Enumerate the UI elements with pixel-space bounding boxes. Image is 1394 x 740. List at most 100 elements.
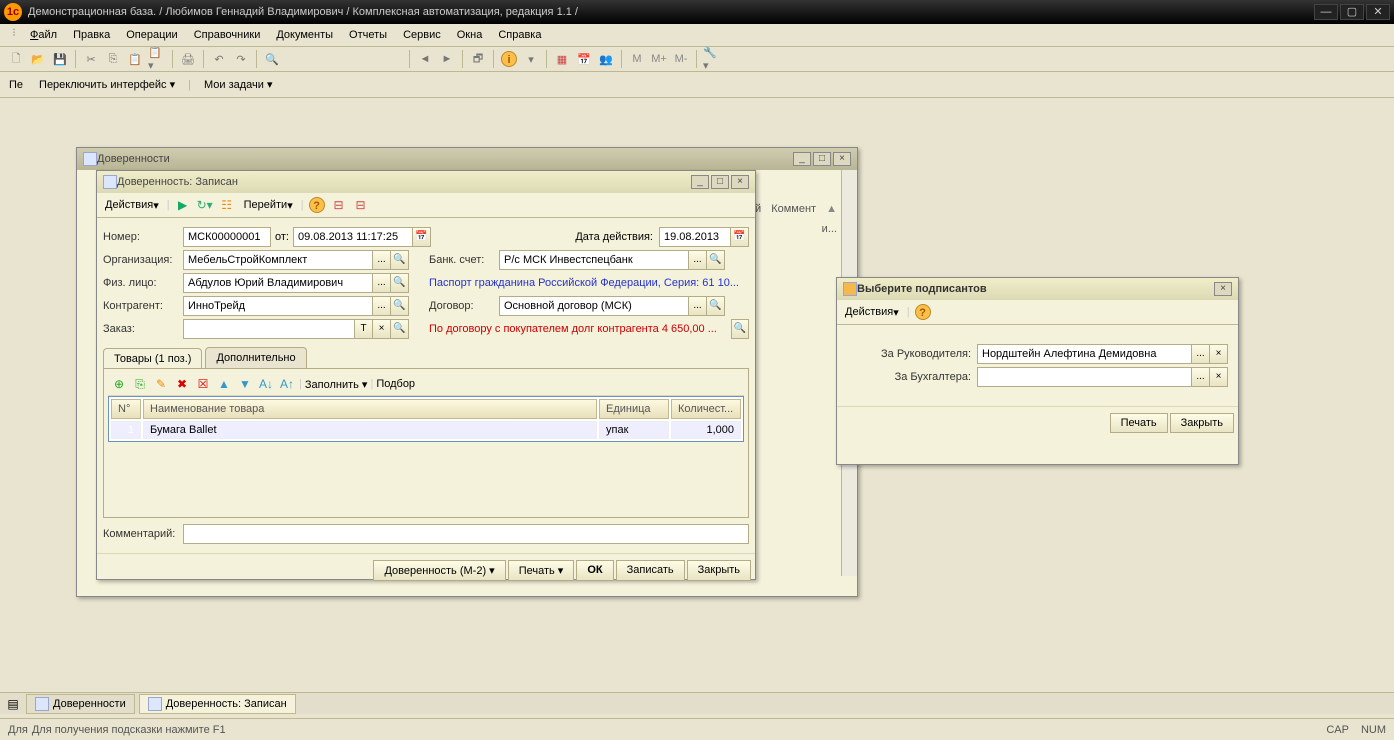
select-icon[interactable]: ... <box>1192 367 1210 387</box>
calendar-icon[interactable]: 📅 <box>413 227 431 247</box>
ok-button[interactable]: ОК <box>576 560 613 581</box>
open-icon[interactable]: 🔍 <box>707 250 725 270</box>
open-debt-icon[interactable]: 🔍 <box>731 319 749 339</box>
menu-operations[interactable]: Операции <box>118 26 185 44</box>
undo-icon[interactable]: ↶ <box>209 49 229 69</box>
clear-icon[interactable]: × <box>1210 367 1228 387</box>
arrow-right-icon[interactable]: ► <box>437 49 457 69</box>
save-button[interactable]: Записать <box>616 560 685 581</box>
select-icon[interactable]: ... <box>689 250 707 270</box>
type-icon[interactable]: T <box>355 319 373 339</box>
bank-input[interactable] <box>499 250 689 270</box>
new-icon[interactable]: 🗋 <box>6 49 26 69</box>
calendar-icon[interactable]: 📅 <box>731 227 749 247</box>
redo-icon[interactable]: ↷ <box>231 49 251 69</box>
window-c-titlebar[interactable]: Выберите подписантов × <box>837 278 1238 300</box>
menu-directories[interactable]: Справочники <box>186 26 269 44</box>
window-a-maximize[interactable]: □ <box>813 152 831 166</box>
window-a-close[interactable]: × <box>833 152 851 166</box>
users-icon[interactable]: 👥 <box>596 49 616 69</box>
help-icon[interactable]: ? <box>308 196 326 214</box>
select-icon[interactable]: ... <box>1192 344 1210 364</box>
edit-row-icon[interactable]: ✎ <box>152 375 170 393</box>
structure-icon[interactable]: ☷ <box>218 196 236 214</box>
menu-reports[interactable]: Отчеты <box>341 26 395 44</box>
comment-input[interactable] <box>183 524 749 544</box>
memory-m-icon[interactable]: M <box>627 49 647 69</box>
open-icon[interactable]: 🔍 <box>391 250 409 270</box>
select-icon[interactable]: ... <box>373 273 391 293</box>
window-b-titlebar[interactable]: Доверенность: Записан _ □ × <box>97 171 755 193</box>
arrow-left-icon[interactable]: ◄ <box>415 49 435 69</box>
delete-all-icon[interactable]: ☒ <box>194 375 212 393</box>
menu-service[interactable]: Сервис <box>395 26 449 44</box>
save-icon[interactable]: 💾 <box>50 49 70 69</box>
print-icon[interactable]: 🖨 <box>178 49 198 69</box>
number-input[interactable] <box>183 227 271 247</box>
window-b-close[interactable]: × <box>731 175 749 189</box>
col-n[interactable]: N° <box>111 399 141 419</box>
close-button[interactable]: Закрыть <box>1170 413 1234 433</box>
move-up-icon[interactable]: ▲ <box>215 375 233 393</box>
manager-input[interactable] <box>977 344 1192 364</box>
org-input[interactable] <box>183 250 373 270</box>
move-down-icon[interactable]: ▼ <box>236 375 254 393</box>
window-b-maximize[interactable]: □ <box>711 175 729 189</box>
delete-row-icon[interactable]: ✖ <box>173 375 191 393</box>
actdate-input[interactable] <box>659 227 731 247</box>
sort-asc-icon[interactable]: A↓ <box>257 375 275 393</box>
open-icon[interactable]: 🔍 <box>391 319 409 339</box>
list-icon[interactable]: ⊟ <box>352 196 370 214</box>
contract-input[interactable] <box>499 296 689 316</box>
person-input[interactable] <box>183 273 373 293</box>
window-c-close[interactable]: × <box>1214 282 1232 296</box>
tree-icon[interactable]: ⊟ <box>330 196 348 214</box>
window-a-titlebar[interactable]: Доверенности _ □ × <box>77 148 857 170</box>
actions-menu[interactable]: Действия ▾ <box>101 197 163 214</box>
clear-icon[interactable]: × <box>373 319 391 339</box>
contractor-input[interactable] <box>183 296 373 316</box>
goods-grid[interactable]: N° Наименование товара Единица Количест.… <box>108 396 744 442</box>
actions-menu[interactable]: Действия ▾ <box>841 304 903 321</box>
open-icon[interactable]: 🔍 <box>707 296 725 316</box>
memory-mminus-icon[interactable]: M- <box>671 49 691 69</box>
refresh-icon[interactable]: ↻▾ <box>196 196 214 214</box>
close-button[interactable]: ✕ <box>1366 4 1390 20</box>
sort-icon[interactable]: ▲ <box>826 203 837 215</box>
col-unit[interactable]: Единица <box>599 399 669 419</box>
copy-icon[interactable]: ⎘ <box>103 49 123 69</box>
task-doverennost[interactable]: Доверенность: Записан <box>139 694 296 714</box>
menu-windows[interactable]: Окна <box>449 26 491 44</box>
switch-interface-button[interactable]: Переключить интерфейс ▾ <box>30 74 184 95</box>
memory-mplus-icon[interactable]: M+ <box>649 49 669 69</box>
copy-row-icon[interactable]: ⎘ <box>131 375 149 393</box>
print-button[interactable]: Печать ▾ <box>508 560 575 581</box>
passport-link[interactable]: Паспорт гражданина Российской Федерации,… <box>429 277 749 289</box>
menu-edit[interactable]: Правка <box>65 26 118 44</box>
paste-icon[interactable]: 📋 <box>125 49 145 69</box>
help-icon[interactable]: ? <box>914 303 932 321</box>
print-button[interactable]: Печать <box>1110 413 1168 433</box>
calendar-icon[interactable]: 📅 <box>574 49 594 69</box>
menu-help[interactable]: Справка <box>490 26 549 44</box>
fill-menu[interactable]: Заполнить ▾ <box>305 378 368 391</box>
calc-icon[interactable]: ▦ <box>552 49 572 69</box>
menu-documents[interactable]: Документы <box>268 26 341 44</box>
help-icon[interactable]: i <box>499 49 519 69</box>
window-b-minimize[interactable]: _ <box>691 175 709 189</box>
windows-icon[interactable]: 🗗 <box>468 49 488 69</box>
maximize-button[interactable]: ▢ <box>1340 4 1364 20</box>
sort-desc-icon[interactable]: A↑ <box>278 375 296 393</box>
tab-goods[interactable]: Товары (1 поз.) <box>103 348 202 369</box>
goto-menu[interactable]: Перейти ▾ <box>240 197 297 214</box>
help-drop-icon[interactable]: ▾ <box>521 49 541 69</box>
add-row-icon[interactable]: ⊕ <box>110 375 128 393</box>
clear-icon[interactable]: × <box>1210 344 1228 364</box>
order-input[interactable] <box>183 319 355 339</box>
tab-additional[interactable]: Дополнительно <box>205 347 306 368</box>
col-qty[interactable]: Количест... <box>671 399 741 419</box>
accountant-input[interactable] <box>977 367 1192 387</box>
m2-button[interactable]: Доверенность (М-2) ▾ <box>373 560 505 581</box>
open-icon[interactable]: 📂 <box>28 49 48 69</box>
taskbar-menu-icon[interactable]: ▤ <box>4 695 22 713</box>
